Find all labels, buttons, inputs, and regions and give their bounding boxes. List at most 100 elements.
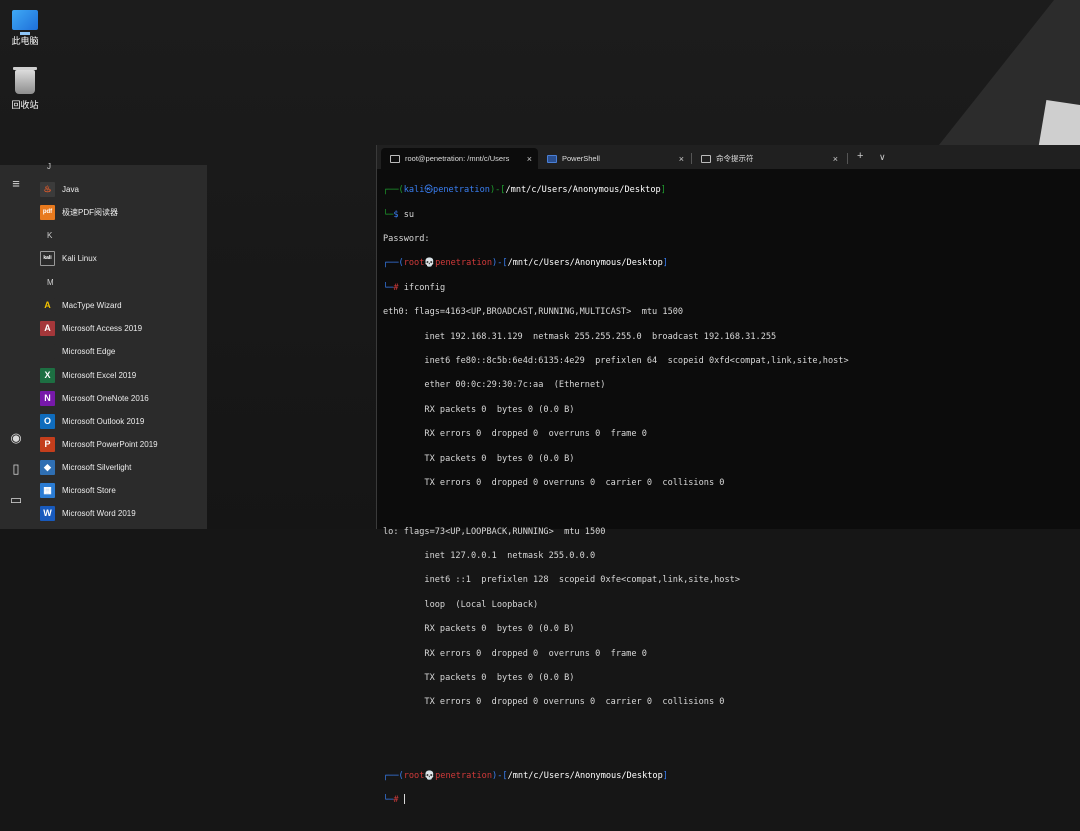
output-line: inet6 ::1 prefixlen 128 scopeid 0xfe<com… [383,575,740,586]
app-item-pdf-reader[interactable]: pdf 极速PDF阅读器 [40,202,205,222]
root-prompt-top-line: ┌──(root💀penetration)-[/mnt/c/Users/Anon… [383,258,668,269]
app-item-word[interactable]: W Microsoft Word 2019 [40,503,205,523]
close-icon[interactable]: × [679,154,684,164]
app-label: Microsoft Excel 2019 [62,370,137,380]
app-item-edge[interactable]: Microsoft Edge [40,341,205,361]
app-label: Kali Linux [62,253,97,263]
dropdown-chevron-icon[interactable]: ∨ [879,152,886,163]
silverlight-icon: ◆ [40,459,55,475]
output-line: inet6 fe80::8c5b:6e4d:6135:4e29 prefixle… [383,355,849,366]
app-item-outlook[interactable]: O Microsoft Outlook 2019 [40,411,205,431]
output-line: RX errors 0 dropped 0 overruns 0 frame 0 [383,429,647,440]
letter-header-m[interactable]: M [47,278,54,287]
start-menu-rail: ≡ ◉ ▯ ▭ [0,165,32,529]
close-icon[interactable]: × [527,154,532,164]
app-label: Microsoft Outlook 2019 [62,416,145,426]
close-icon[interactable]: × [833,154,838,164]
tab-label: PowerShell [562,154,600,163]
user-icon[interactable]: ◉ [9,431,23,445]
tab-kali[interactable]: root@penetration: /mnt/c/Users × [381,148,538,169]
app-label: Microsoft Store [62,485,116,495]
powershell-icon [547,154,557,163]
output-line: RX packets 0 bytes 0 (0.0 B) [383,624,575,635]
edge-icon [40,343,55,359]
app-item-powerpoint[interactable]: P Microsoft PowerPoint 2019 [40,434,205,454]
pictures-icon[interactable]: ▭ [9,493,23,507]
mactype-icon: A [40,297,55,313]
letter-header-j[interactable]: J [47,162,51,171]
desktop-icon-this-pc[interactable]: 此电脑 [0,10,50,47]
computer-icon [12,10,38,35]
app-item-mactype-wizard[interactable]: A MacType Wizard [40,295,205,315]
kali-icon: kali [40,250,55,266]
desktop-icon-recycle-bin[interactable]: 回收站 [0,67,50,111]
app-item-excel[interactable]: X Microsoft Excel 2019 [40,365,205,385]
onenote-icon: N [40,390,55,406]
output-line: TX errors 0 dropped 0 overruns 0 carrier… [383,477,725,488]
excel-icon: X [40,367,55,383]
desktop-icon-label: 此电脑 [11,36,39,46]
cmd-icon [701,154,711,163]
output-line: TX packets 0 bytes 0 (0.0 B) [383,673,575,684]
tab-label: root@penetration: /mnt/c/Users [405,154,510,163]
desktop-icon-label: 回收站 [11,100,39,110]
app-item-access[interactable]: A Microsoft Access 2019 [40,318,205,338]
app-item-kali-linux[interactable]: kali Kali Linux [40,248,205,268]
app-label: Microsoft Word 2019 [62,508,136,518]
app-label: Microsoft Edge [62,346,116,356]
app-label: Microsoft PowerPoint 2019 [62,439,158,449]
tab-cmd[interactable]: 命令提示符 × [692,148,844,169]
app-label: MacType Wizard [62,300,122,310]
prompt-top-line: ┌──(kali㉿penetration)-[/mnt/c/Users/Anon… [383,185,666,196]
app-list: J ♨ Java pdf 极速PDF阅读器 K kali Kali Linux … [32,162,207,529]
app-item-silverlight[interactable]: ◆ Microsoft Silverlight [40,457,205,477]
tab-label: 命令提示符 [716,154,754,163]
app-label: Microsoft Silverlight [62,462,132,472]
app-label: Microsoft OneNote 2016 [62,393,149,403]
output-line: ether 00:0c:29:30:7c:aa (Ethernet) [383,380,606,391]
tab-powershell[interactable]: PowerShell × [538,148,690,169]
output-line: TX errors 0 dropped 0 overruns 0 carrier… [383,697,725,708]
app-item-java[interactable]: ♨ Java [40,179,205,199]
store-icon: ▦ [40,482,55,498]
tab-bar: root@penetration: /mnt/c/Users × PowerSh… [377,145,1080,169]
start-menu: ≡ ◉ ▯ ▭ J ♨ Java pdf 极速PDF阅读器 K kali Kal… [0,162,207,529]
root-prompt-command-line: └─# ifconfig [383,282,446,293]
app-label: Microsoft Access 2019 [62,323,143,333]
output-line: RX packets 0 bytes 0 (0.0 B) [383,404,575,415]
app-label: Java [62,184,79,194]
new-tab-button[interactable]: + [857,150,863,162]
output-line: TX packets 0 bytes 0 (0.0 B) [383,453,575,464]
output-line: RX errors 0 dropped 0 overruns 0 frame 0 [383,648,647,659]
output-line: eth0: flags=4163<UP,BROADCAST,RUNNING,MU… [383,307,684,318]
pdf-icon: pdf [40,204,55,220]
outlook-icon: O [40,413,55,429]
hamburger-menu-icon[interactable]: ≡ [9,177,23,191]
output-line: loop (Local Loopback) [383,599,539,610]
text-cursor [403,794,405,805]
java-icon: ♨ [40,181,55,197]
tab-separator [847,153,848,164]
app-item-onenote[interactable]: N Microsoft OneNote 2016 [40,388,205,408]
final-prompt-top-line: ┌──(root💀penetration)-[/mnt/c/Users/Anon… [383,770,668,781]
password-line: Password: [383,233,430,244]
document-icon[interactable]: ▯ [9,462,23,476]
prompt-command-line: └─$ su [383,209,415,220]
output-line: lo: flags=73<UP,LOOPBACK,RUNNING> mtu 15… [383,526,606,537]
output-line: inet 192.168.31.129 netmask 255.255.255.… [383,331,777,342]
recycle-bin-icon [13,67,37,94]
access-icon: A [40,320,55,336]
output-line: inet 127.0.0.1 netmask 255.0.0.0 [383,551,596,562]
final-prompt-command-line[interactable]: └─# [383,794,1077,806]
app-item-store[interactable]: ▦ Microsoft Store [40,480,205,500]
terminal-output[interactable]: ┌──(kali㉿penetration)-[/mnt/c/Users/Anon… [383,172,1077,805]
terminal-icon [390,154,400,163]
letter-header-k[interactable]: K [47,231,52,240]
word-icon: W [40,505,55,521]
app-label: 极速PDF阅读器 [62,207,118,217]
powerpoint-icon: P [40,436,55,452]
windows-terminal: root@penetration: /mnt/c/Users × PowerSh… [376,145,1080,805]
